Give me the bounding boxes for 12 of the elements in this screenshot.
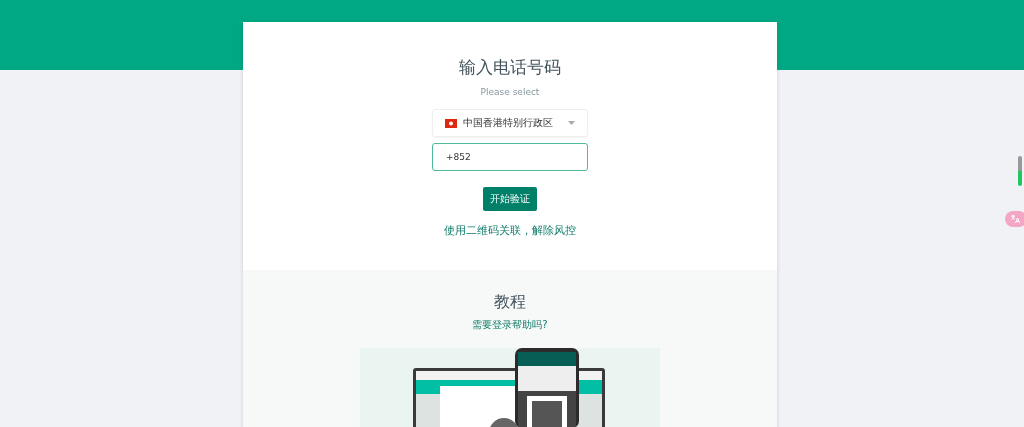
flag-icon (445, 118, 457, 128)
help-link[interactable]: 需要登录帮助吗? (472, 318, 548, 332)
caret-icon (568, 121, 575, 125)
start-verify-button[interactable]: 开始验证 (483, 187, 537, 211)
subtitle: Please select (480, 87, 540, 97)
qr-link[interactable]: 使用二维码关联，解除风控 (444, 224, 576, 238)
country-select[interactable]: 中国香港特别行政区 (432, 109, 588, 137)
tutorial-title: 教程 (494, 292, 526, 313)
scroll-indicator (1018, 156, 1022, 186)
phone-field[interactable]: +852 (432, 143, 588, 171)
page-title: 输入电话号码 (459, 56, 561, 79)
translate-icon[interactable] (1005, 211, 1024, 227)
